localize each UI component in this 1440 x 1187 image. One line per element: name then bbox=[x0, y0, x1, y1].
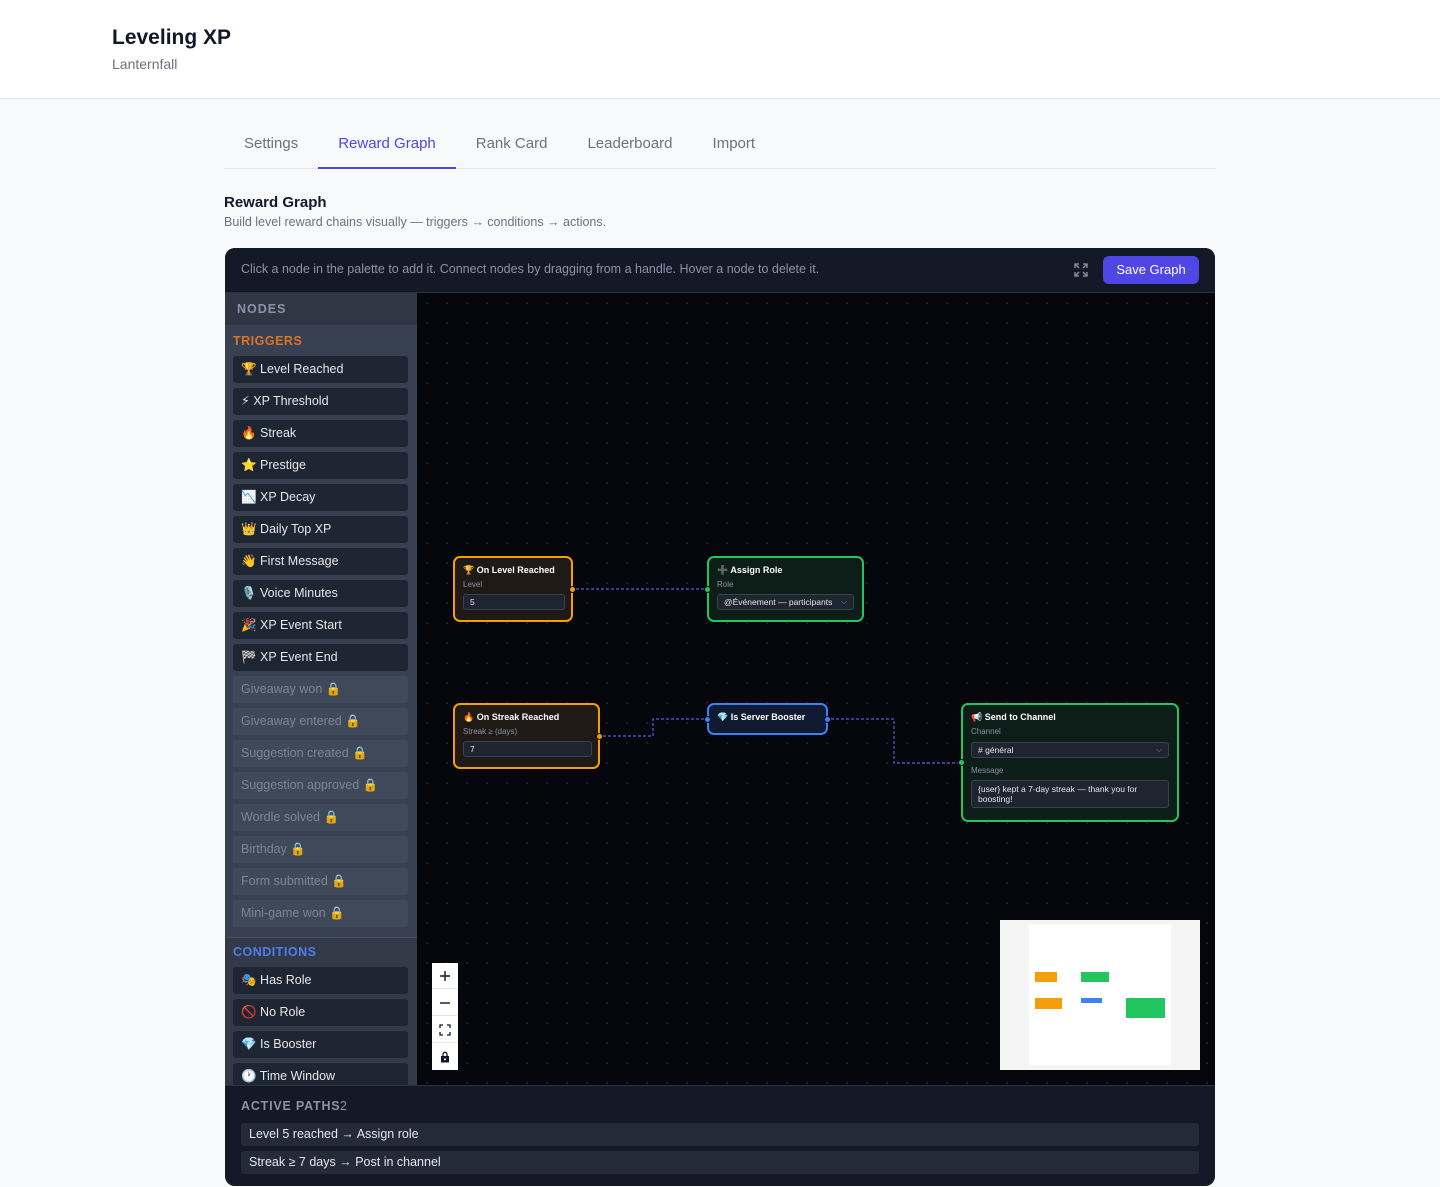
output-handle[interactable] bbox=[824, 716, 831, 723]
editor-hint: Click a node in the palette to add it. C… bbox=[241, 262, 820, 276]
minimap-node bbox=[1081, 998, 1102, 1003]
palette-item: Suggestion created 🔒 bbox=[233, 740, 408, 767]
palette-item: Mini-game won 🔒 bbox=[233, 900, 408, 927]
fit-view-icon bbox=[439, 1024, 451, 1036]
input-handle[interactable] bbox=[704, 586, 711, 593]
palette-item[interactable]: 🎙️ Voice Minutes bbox=[233, 580, 408, 607]
minimap[interactable] bbox=[1000, 920, 1200, 1070]
active-path-item: Streak ≥ 7 days → Post in channel bbox=[241, 1151, 1199, 1174]
graph-editor: Click a node in the palette to add it. C… bbox=[225, 248, 1215, 1186]
node-assign-role[interactable]: ➕ Assign Role Role @Événement — particip… bbox=[704, 556, 864, 622]
output-handle[interactable] bbox=[569, 586, 576, 593]
tab-settings[interactable]: Settings bbox=[224, 122, 318, 168]
fit-view-button[interactable] bbox=[432, 1017, 458, 1043]
message-label: Message bbox=[971, 766, 1004, 775]
palette-item: Birthday 🔒 bbox=[233, 836, 408, 863]
tab-import[interactable]: Import bbox=[693, 122, 776, 168]
node-is-server-booster[interactable]: 💎 Is Server Booster bbox=[704, 703, 831, 735]
palette-item[interactable]: 📉 XP Decay bbox=[233, 484, 408, 511]
minimap-node bbox=[1035, 972, 1057, 982]
tab-rank-card[interactable]: Rank Card bbox=[456, 122, 568, 168]
palette-item[interactable]: 🕐 Time Window bbox=[233, 1063, 408, 1085]
fullscreen-icon[interactable] bbox=[1073, 262, 1089, 278]
palette-item: Form submitted 🔒 bbox=[233, 868, 408, 895]
palette-item[interactable]: 👑 Daily Top XP bbox=[233, 516, 408, 543]
minimap-node bbox=[1126, 998, 1165, 1018]
node-on-level-reached[interactable]: 🏆 On Level Reached Level 5 bbox=[453, 556, 576, 622]
palette-header: NODES bbox=[225, 293, 417, 325]
server-name: Lanternfall bbox=[112, 56, 178, 72]
node-field-label: Level bbox=[463, 580, 483, 589]
palette-item: Wordle solved 🔒 bbox=[233, 804, 408, 831]
channel-label: Channel bbox=[971, 727, 1001, 736]
minus-icon bbox=[440, 1002, 450, 1004]
canvas-controls bbox=[432, 963, 458, 1070]
palette-heading: NODES bbox=[237, 302, 287, 316]
palette-item: Giveaway won 🔒 bbox=[233, 676, 408, 703]
active-paths-count: 2 bbox=[340, 1099, 347, 1113]
minimap-node bbox=[1081, 972, 1109, 982]
minimap-viewport bbox=[1029, 925, 1171, 1065]
level-input[interactable]: 5 bbox=[463, 594, 565, 610]
palette-item[interactable]: 🏆 Level Reached bbox=[233, 356, 408, 383]
palette-item[interactable]: 🚫 No Role bbox=[233, 999, 408, 1026]
triggers-group-label: TRIGGERS bbox=[233, 334, 303, 348]
palette-item[interactable]: 💎 Is Booster bbox=[233, 1031, 408, 1058]
output-handle[interactable] bbox=[596, 733, 603, 740]
active-paths-panel: ACTIVE PATHS 2 Level 5 reached → Assign … bbox=[225, 1085, 1215, 1186]
node-title: 📢 Send to Channel bbox=[971, 712, 1056, 722]
node-title: ➕ Assign Role bbox=[717, 565, 783, 575]
page-header: Leveling XP Lanternfall bbox=[0, 0, 1440, 99]
message-input[interactable]: {user} kept a 7-day streak — thank you f… bbox=[971, 780, 1169, 808]
palette-item[interactable]: 🏁 XP Event End bbox=[233, 644, 408, 671]
node-palette: NODES TRIGGERS 🏆 Level Reached ⚡ XP Thres… bbox=[225, 293, 417, 1085]
chevron-down-icon: ⌵ bbox=[1155, 745, 1162, 754]
edge-booster-to-channel bbox=[826, 718, 962, 764]
palette-item[interactable]: 🎭 Has Role bbox=[233, 967, 408, 994]
palette-item: Suggestion approved 🔒 bbox=[233, 772, 408, 799]
channel-select[interactable]: # général ⌵ bbox=[971, 742, 1169, 758]
chevron-down-icon: ⌵ bbox=[840, 597, 847, 606]
role-select[interactable]: @Événement — participants ⌵ bbox=[717, 594, 854, 610]
node-on-streak-reached[interactable]: 🔥 On Streak Reached Streak ≥ (days) 7 bbox=[453, 703, 603, 769]
palette-item[interactable]: ⭐ Prestige bbox=[233, 452, 408, 479]
role-select-value: @Événement — participants bbox=[724, 597, 833, 607]
palette-item: Giveaway entered 🔒 bbox=[233, 708, 408, 735]
palette-item[interactable]: ⚡ XP Threshold bbox=[233, 388, 408, 415]
edge-streak-to-booster bbox=[598, 718, 708, 737]
node-field-label: Role bbox=[717, 580, 734, 589]
node-field-label: Streak ≥ (days) bbox=[463, 727, 518, 736]
plus-icon bbox=[440, 971, 450, 981]
lock-button[interactable] bbox=[432, 1044, 458, 1070]
zoom-out-button[interactable] bbox=[432, 990, 458, 1016]
input-handle[interactable] bbox=[704, 716, 711, 723]
conditions-group-label: CONDITIONS bbox=[233, 945, 317, 959]
minimap-node bbox=[1035, 998, 1062, 1009]
page-title: Leveling XP bbox=[112, 26, 232, 49]
node-title: 🔥 On Streak Reached bbox=[463, 712, 560, 722]
zoom-in-button[interactable] bbox=[432, 963, 458, 989]
palette-item[interactable]: 🎉 XP Event Start bbox=[233, 612, 408, 639]
editor-toolbar: Click a node in the palette to add it. C… bbox=[225, 248, 1215, 293]
palette-item[interactable]: 👋 First Message bbox=[233, 548, 408, 575]
tab-bar: Settings Reward Graph Rank Card Leaderbo… bbox=[224, 122, 1216, 169]
tab-leaderboard[interactable]: Leaderboard bbox=[567, 122, 692, 168]
graph-canvas[interactable]: 🏆 On Level Reached Level 5 ➕ Assign Role… bbox=[417, 293, 1215, 1085]
save-graph-button[interactable]: Save Graph bbox=[1103, 256, 1199, 284]
section-title: Reward Graph bbox=[224, 194, 327, 211]
palette-item[interactable]: 🔥 Streak bbox=[233, 420, 408, 447]
lock-icon bbox=[441, 1051, 449, 1063]
section-description: Build level reward chains visually — tri… bbox=[224, 215, 607, 229]
input-handle[interactable] bbox=[958, 759, 965, 766]
channel-select-value: # général bbox=[978, 745, 1014, 755]
node-title: 💎 Is Server Booster bbox=[717, 712, 806, 722]
node-title: 🏆 On Level Reached bbox=[463, 565, 555, 575]
node-send-to-channel[interactable]: 📢 Send to Channel Channel # général ⌵ Me… bbox=[958, 703, 1179, 822]
tab-reward-graph[interactable]: Reward Graph bbox=[318, 122, 456, 169]
active-path-item: Level 5 reached → Assign role bbox=[241, 1123, 1199, 1146]
active-paths-title: ACTIVE PATHS bbox=[241, 1099, 341, 1113]
streak-input[interactable]: 7 bbox=[463, 741, 592, 757]
